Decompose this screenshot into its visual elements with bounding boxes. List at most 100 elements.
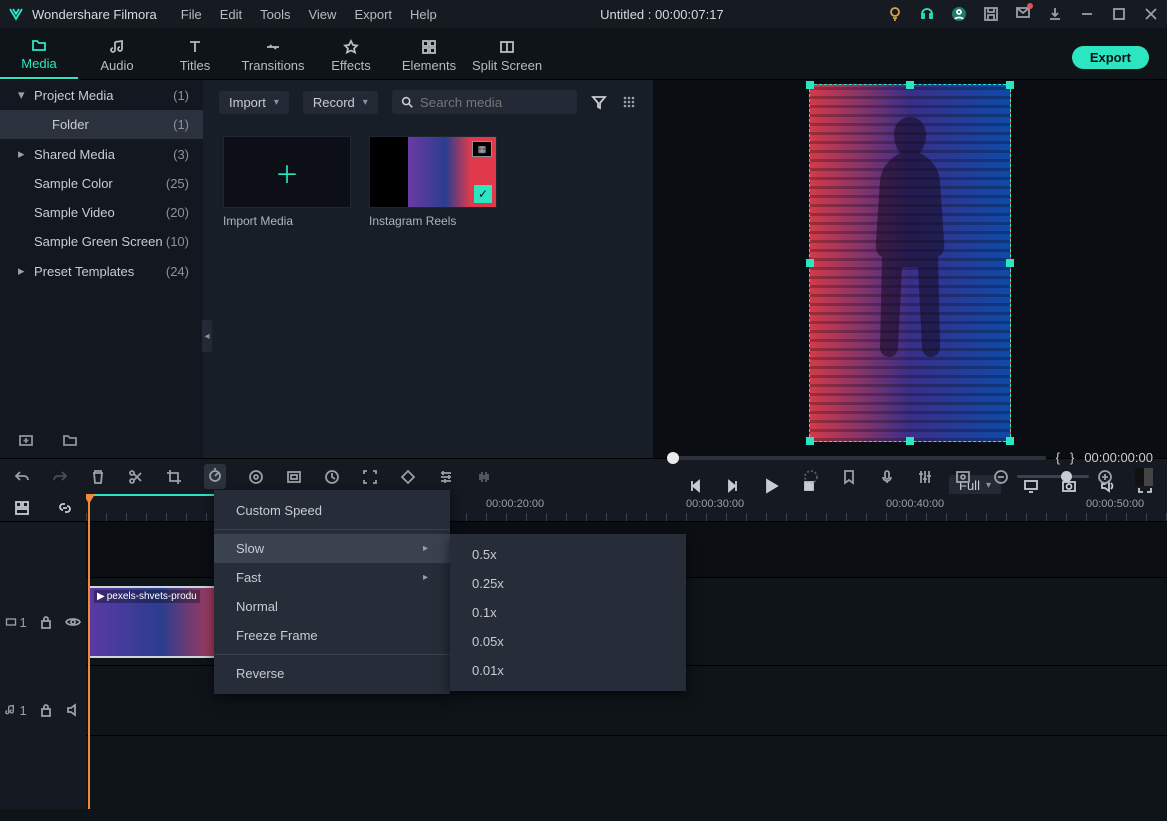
slow-05x[interactable]: 0.5x bbox=[450, 540, 686, 569]
audio-wave-icon[interactable] bbox=[476, 469, 492, 485]
resize-handle[interactable] bbox=[806, 259, 814, 267]
crop-zoom-icon[interactable] bbox=[286, 469, 302, 485]
keyframe-icon[interactable] bbox=[400, 469, 416, 485]
play-icon[interactable] bbox=[763, 478, 779, 494]
resize-handle[interactable] bbox=[806, 437, 814, 445]
resize-handle[interactable] bbox=[906, 437, 914, 445]
tab-effects[interactable]: Effects bbox=[312, 38, 390, 79]
menu-slow[interactable]: Slow▸ bbox=[214, 534, 450, 563]
resize-handle[interactable] bbox=[1006, 81, 1014, 89]
voiceover-icon[interactable] bbox=[879, 469, 895, 485]
audio-track-header[interactable]: 1 bbox=[0, 666, 86, 754]
color-icon[interactable] bbox=[248, 469, 264, 485]
support-icon[interactable] bbox=[919, 6, 935, 22]
sidebar-folder[interactable]: Folder (1) bbox=[0, 110, 203, 139]
scrub-track[interactable] bbox=[667, 456, 1046, 460]
split-icon[interactable] bbox=[128, 469, 144, 485]
menu-custom-speed[interactable]: Custom Speed bbox=[214, 496, 450, 525]
menu-edit[interactable]: Edit bbox=[220, 7, 242, 22]
new-folder-icon[interactable] bbox=[62, 432, 78, 448]
delete-icon[interactable] bbox=[90, 469, 106, 485]
account-icon[interactable] bbox=[951, 6, 967, 22]
sidebar-sample-green[interactable]: Sample Green Screen (10) bbox=[0, 227, 203, 256]
resize-handle[interactable] bbox=[806, 81, 814, 89]
menu-tools[interactable]: Tools bbox=[260, 7, 290, 22]
prev-frame-icon[interactable] bbox=[687, 478, 703, 494]
menu-help[interactable]: Help bbox=[410, 7, 437, 22]
tab-titles[interactable]: Titles bbox=[156, 38, 234, 79]
panel-collapse-icon[interactable]: ◂ bbox=[202, 320, 212, 352]
sidebar-project-media[interactable]: ▾Project Media (1) bbox=[0, 80, 203, 110]
menu-export[interactable]: Export bbox=[354, 7, 392, 22]
lightbulb-icon[interactable] bbox=[887, 6, 903, 22]
zoom-in-icon[interactable] bbox=[1097, 469, 1113, 485]
slow-025x[interactable]: 0.25x bbox=[450, 569, 686, 598]
download-icon[interactable] bbox=[1047, 6, 1063, 22]
slow-01x[interactable]: 0.1x bbox=[450, 598, 686, 627]
detect-icon[interactable] bbox=[362, 469, 378, 485]
lock-icon[interactable] bbox=[38, 614, 54, 630]
sidebar-sample-video[interactable]: Sample Video (20) bbox=[0, 198, 203, 227]
zoom-out-icon[interactable] bbox=[993, 469, 1009, 485]
sidebar-preset-templates[interactable]: ▸Preset Templates (24) bbox=[0, 256, 203, 286]
redo-icon[interactable] bbox=[52, 469, 68, 485]
search-media[interactable] bbox=[392, 90, 577, 114]
import-media-tile[interactable]: ＋ Import Media bbox=[223, 136, 351, 228]
maximize-icon[interactable] bbox=[1111, 6, 1127, 22]
eye-icon[interactable] bbox=[65, 614, 81, 630]
record-dropdown[interactable]: Record▾ bbox=[303, 91, 378, 114]
minimize-icon[interactable] bbox=[1079, 6, 1095, 22]
loop-end[interactable]: } bbox=[1070, 450, 1074, 465]
snapshot-tl-icon[interactable] bbox=[955, 469, 971, 485]
adjust-icon[interactable] bbox=[438, 469, 454, 485]
duration-icon[interactable] bbox=[324, 469, 340, 485]
slow-005x[interactable]: 0.05x bbox=[450, 627, 686, 656]
menu-fast[interactable]: Fast▸ bbox=[214, 563, 450, 592]
zoom-handle[interactable] bbox=[1061, 471, 1072, 482]
menu-normal[interactable]: Normal bbox=[214, 592, 450, 621]
preview-canvas[interactable] bbox=[653, 80, 1167, 446]
tab-audio[interactable]: Audio bbox=[78, 38, 156, 79]
save-icon[interactable] bbox=[983, 6, 999, 22]
slow-001x[interactable]: 0.01x bbox=[450, 656, 686, 685]
new-bin-icon[interactable] bbox=[18, 432, 34, 448]
preview-frame[interactable] bbox=[809, 84, 1011, 442]
speed-icon[interactable] bbox=[204, 464, 226, 489]
menu-freeze[interactable]: Freeze Frame bbox=[214, 621, 450, 650]
mute-icon[interactable] bbox=[65, 702, 81, 718]
crop-icon[interactable] bbox=[166, 469, 182, 485]
marker-icon[interactable] bbox=[841, 469, 857, 485]
menu-file[interactable]: File bbox=[181, 7, 202, 22]
tab-elements[interactable]: Elements bbox=[390, 38, 468, 79]
export-button[interactable]: Export bbox=[1072, 46, 1149, 69]
resize-handle[interactable] bbox=[1006, 259, 1014, 267]
timeline-preview-icon[interactable] bbox=[1135, 468, 1153, 486]
lock-icon[interactable] bbox=[38, 702, 54, 718]
tab-media[interactable]: Media bbox=[0, 36, 78, 79]
mixer-icon[interactable] bbox=[917, 469, 933, 485]
import-dropdown[interactable]: Import▾ bbox=[219, 91, 289, 114]
resize-handle[interactable] bbox=[1006, 437, 1014, 445]
timeline-clip[interactable]: ▶pexels-shvets-produ bbox=[88, 586, 234, 658]
video-track-header[interactable]: 1 bbox=[0, 578, 86, 666]
search-input[interactable] bbox=[420, 95, 569, 110]
scrub-handle[interactable] bbox=[667, 452, 679, 464]
media-clip-reels[interactable]: ▦ ✓ Instagram Reels bbox=[369, 136, 497, 228]
tab-splitscreen[interactable]: Split Screen bbox=[468, 38, 546, 79]
track-options-icon[interactable] bbox=[14, 500, 30, 516]
render-icon[interactable] bbox=[803, 469, 819, 485]
undo-icon[interactable] bbox=[14, 469, 30, 485]
zoom-slider[interactable] bbox=[1017, 475, 1089, 478]
filter-icon[interactable] bbox=[591, 94, 607, 110]
loop-start[interactable]: { bbox=[1056, 450, 1060, 465]
link-icon[interactable] bbox=[57, 500, 73, 516]
playhead[interactable] bbox=[88, 494, 90, 809]
menu-reverse[interactable]: Reverse bbox=[214, 659, 450, 688]
next-frame-icon[interactable] bbox=[725, 478, 741, 494]
sidebar-sample-color[interactable]: Sample Color (25) bbox=[0, 169, 203, 198]
resize-handle[interactable] bbox=[906, 81, 914, 89]
tab-transitions[interactable]: Transitions bbox=[234, 38, 312, 79]
message-icon[interactable] bbox=[1015, 5, 1031, 24]
menu-view[interactable]: View bbox=[308, 7, 336, 22]
sidebar-shared-media[interactable]: ▸Shared Media (3) bbox=[0, 139, 203, 169]
